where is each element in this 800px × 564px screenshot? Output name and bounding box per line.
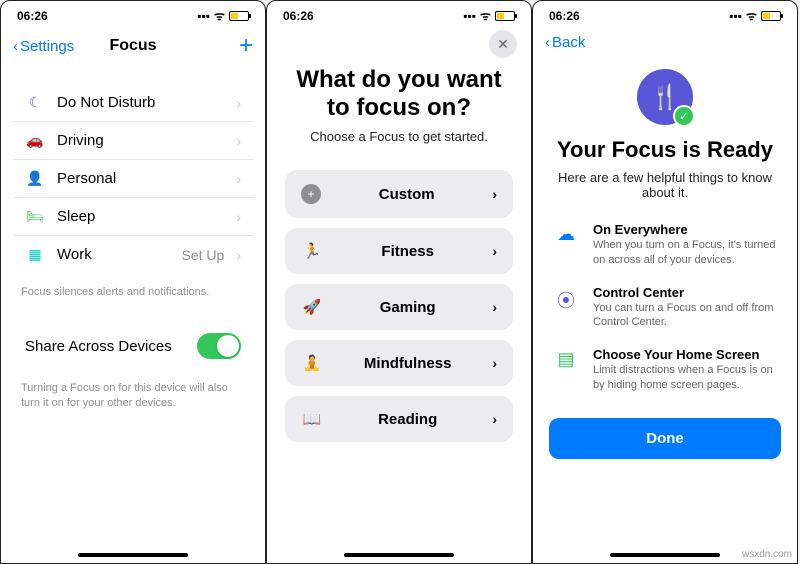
add-focus-button[interactable]: + <box>239 32 253 60</box>
row-label: Driving <box>57 132 224 149</box>
row-label: Sleep <box>57 208 224 225</box>
home-indicator[interactable] <box>78 553 188 557</box>
chevron-right-icon: › <box>236 209 241 225</box>
focus-options: + Custom › 🏃 Fitness › 🚀 Gaming › 🧘 Mindfulness › 📖 R… <box>285 170 513 442</box>
tips-list: ☁ On EverywhereWhen you turn on a Focus, … <box>533 200 797 392</box>
page-subtitle: Choose a Focus to get started. <box>285 129 513 144</box>
focus-row-sleep[interactable]: 🛏 Sleep › <box>13 198 253 236</box>
chevron-left-icon: ‹ <box>13 38 18 55</box>
tip-icon: ▤ <box>553 349 579 370</box>
personal-icon: 👤 <box>25 170 45 187</box>
page-title: What do you want to focus on? <box>285 66 513 121</box>
chevron-right-icon: › <box>492 243 497 259</box>
work-icon: ▦ <box>25 246 45 263</box>
tip-title: Control Center <box>593 285 777 300</box>
option-custom[interactable]: + Custom › <box>285 170 513 218</box>
focus-list: ☾ Do Not Disturb › 🚗 Driving › 👤 Personal › 🛏 Slee… <box>13 84 253 273</box>
page-title: Your Focus is Ready <box>553 137 777 162</box>
signal-icon: ▪▪▪ <box>729 9 742 23</box>
tip-title: On Everywhere <box>593 222 777 237</box>
option-label: Fitness <box>337 243 478 260</box>
status-time: 06:26 <box>283 9 314 23</box>
tip-body: When you turn on a Focus, it's turned on… <box>593 238 777 267</box>
back-label: Back <box>552 34 585 51</box>
back-button[interactable]: ‹ Back <box>533 26 797 51</box>
chevron-right-icon: › <box>236 247 241 263</box>
option-mindfulness[interactable]: 🧘 Mindfulness › <box>285 340 513 386</box>
option-gaming[interactable]: 🚀 Gaming › <box>285 284 513 330</box>
share-footer: Turning a Focus on for this device will … <box>1 375 265 416</box>
status-bar: 06:26 ▪▪▪ ᯤ <box>533 1 797 26</box>
option-fitness[interactable]: 🏃 Fitness › <box>285 228 513 274</box>
share-label: Share Across Devices <box>25 338 185 355</box>
done-button[interactable]: Done <box>549 418 781 459</box>
chevron-right-icon: › <box>492 411 497 427</box>
status-bar: 06:26 ▪▪▪ ᯤ <box>267 1 531 26</box>
reading-icon: 📖 <box>301 410 323 428</box>
chevron-right-icon: › <box>236 95 241 111</box>
chevron-left-icon: ‹ <box>545 34 550 51</box>
row-label: Work <box>57 246 170 263</box>
home-indicator[interactable] <box>610 553 720 557</box>
focus-row-driving[interactable]: 🚗 Driving › <box>13 122 253 160</box>
do-not-disturb-icon: ☾ <box>25 94 45 111</box>
battery-icon <box>229 11 249 21</box>
focus-row-personal[interactable]: 👤 Personal › <box>13 160 253 198</box>
row-detail: Set Up <box>182 247 225 263</box>
focus-settings-screen: 06:26 ▪▪▪ ᯤ ‹ Settings Focus + ☾ Do Not D… <box>0 0 266 564</box>
tip-on-everywhere: ☁ On EverywhereWhen you turn on a Focus, … <box>553 222 777 267</box>
tip-body: You can turn a Focus on and off from Con… <box>593 301 777 330</box>
option-label: Reading <box>337 411 478 428</box>
gaming-icon: 🚀 <box>301 298 323 316</box>
battery-icon <box>495 11 515 21</box>
wifi-icon: ᯤ <box>480 7 491 24</box>
mindfulness-icon: 🧘 <box>301 354 323 372</box>
tip-body: Limit distractions when a Focus is on by… <box>593 363 777 392</box>
page-subtitle: Here are a few helpful things to know ab… <box>553 170 777 200</box>
status-time: 06:26 <box>549 9 580 23</box>
chevron-right-icon: › <box>236 171 241 187</box>
choose-focus-screen: 06:26 ▪▪▪ ᯤ ✕ What do you want to focus … <box>266 0 532 564</box>
back-label: Settings <box>20 38 74 55</box>
tip-icon: ⦿ <box>553 287 579 313</box>
custom-icon: + <box>301 184 321 204</box>
option-label: Gaming <box>337 299 478 316</box>
row-label: Do Not Disturb <box>57 94 224 111</box>
signal-icon: ▪▪▪ <box>197 9 210 23</box>
row-label: Personal <box>57 170 224 187</box>
sleep-icon: 🛏 <box>25 208 45 225</box>
status-bar: 06:26 ▪▪▪ ᯤ <box>1 1 265 26</box>
chevron-right-icon: › <box>492 299 497 315</box>
tip-choose-your-home-screen: ▤ Choose Your Home ScreenLimit distractio… <box>553 347 777 392</box>
fitness-icon: 🏃 <box>301 242 323 260</box>
focus-ready-screen: 06:26 ▪▪▪ ᯤ ‹ Back 🍴 Your Focus is Ready… <box>532 0 798 564</box>
focus-row-do-not-disturb[interactable]: ☾ Do Not Disturb › <box>13 84 253 122</box>
driving-icon: 🚗 <box>25 132 45 149</box>
chevron-right-icon: › <box>492 355 497 371</box>
tip-icon: ☁ <box>553 224 579 245</box>
status-time: 06:26 <box>17 9 48 23</box>
option-reading[interactable]: 📖 Reading › <box>285 396 513 442</box>
share-section: Share Across Devices <box>13 323 253 369</box>
footer-hint: Focus silences alerts and notifications. <box>1 279 265 305</box>
battery-icon <box>761 11 781 21</box>
wifi-icon: ᯤ <box>214 7 225 24</box>
focus-hero-icon: 🍴 <box>637 69 693 125</box>
share-across-devices-row[interactable]: Share Across Devices <box>13 323 253 369</box>
back-button[interactable]: ‹ Settings <box>13 38 74 55</box>
watermark: wsxdn.com <box>742 549 792 560</box>
nav-bar: ‹ Settings Focus + <box>1 26 265 66</box>
close-button[interactable]: ✕ <box>489 30 517 58</box>
option-label: Custom <box>335 186 478 203</box>
home-indicator[interactable] <box>344 553 454 557</box>
tip-control-center: ⦿ Control CenterYou can turn a Focus on a… <box>553 285 777 330</box>
share-toggle[interactable] <box>197 333 241 359</box>
wifi-icon: ᯤ <box>746 7 757 24</box>
focus-row-work[interactable]: ▦ Work Set Up › <box>13 236 253 273</box>
signal-icon: ▪▪▪ <box>463 9 476 23</box>
option-label: Mindfulness <box>337 355 478 372</box>
chevron-right-icon: › <box>236 133 241 149</box>
chevron-right-icon: › <box>492 186 497 202</box>
tip-title: Choose Your Home Screen <box>593 347 777 362</box>
